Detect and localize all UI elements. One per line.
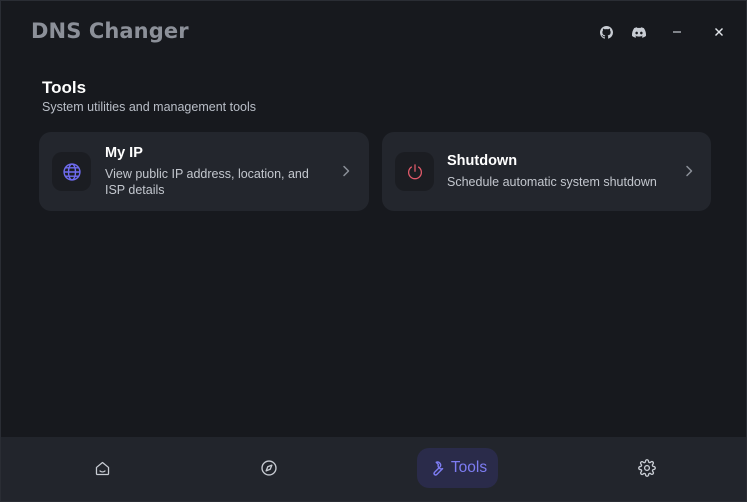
- minimize-button[interactable]: [667, 22, 687, 42]
- wrench-icon: [433, 460, 444, 476]
- page-subtitle: System utilities and management tools: [42, 100, 256, 114]
- minimize-icon: [673, 31, 681, 33]
- page-title: Tools: [42, 78, 87, 97]
- chevron-right-icon: [682, 162, 696, 180]
- nav-tools-label: Tools: [450, 459, 488, 476]
- title-bar[interactable]: DNS Changer: [1, 1, 746, 65]
- app-window: DNS Changer Tools System utilities and m…: [0, 0, 747, 502]
- close-icon: [715, 28, 723, 36]
- compass-icon: [261, 460, 277, 476]
- nav-explore-button[interactable]: [254, 448, 284, 488]
- home-icon: [95, 461, 109, 475]
- tool-card-shutdown[interactable]: Shutdown Schedule automatic system shutd…: [382, 132, 711, 211]
- discord-button[interactable]: [629, 22, 649, 42]
- discord-icon: [632, 26, 646, 38]
- app-title: DNS Changer: [31, 19, 189, 43]
- card-icon-container: [52, 152, 91, 191]
- github-icon: [599, 25, 613, 39]
- chevron-right-icon: [339, 162, 353, 180]
- card-title: Shutdown: [447, 153, 518, 169]
- card-title: My IP: [105, 145, 143, 161]
- github-button[interactable]: [596, 22, 616, 42]
- nav-tools-button[interactable]: Tools: [417, 448, 498, 488]
- gear-icon: [638, 459, 656, 477]
- globe-icon: [62, 162, 81, 181]
- nav-settings-button[interactable]: [632, 448, 662, 488]
- power-icon: [407, 163, 422, 179]
- nav-home-button[interactable]: [87, 448, 117, 488]
- close-button[interactable]: [709, 22, 729, 42]
- card-icon-container: [395, 152, 434, 191]
- bottom-nav: Tools: [1, 437, 746, 501]
- tool-card-my-ip[interactable]: My IP View public IP address, location, …: [39, 132, 369, 211]
- card-description: Schedule automatic system shutdown: [447, 175, 657, 189]
- card-description: View public IP address, location, and IS…: [105, 167, 309, 197]
